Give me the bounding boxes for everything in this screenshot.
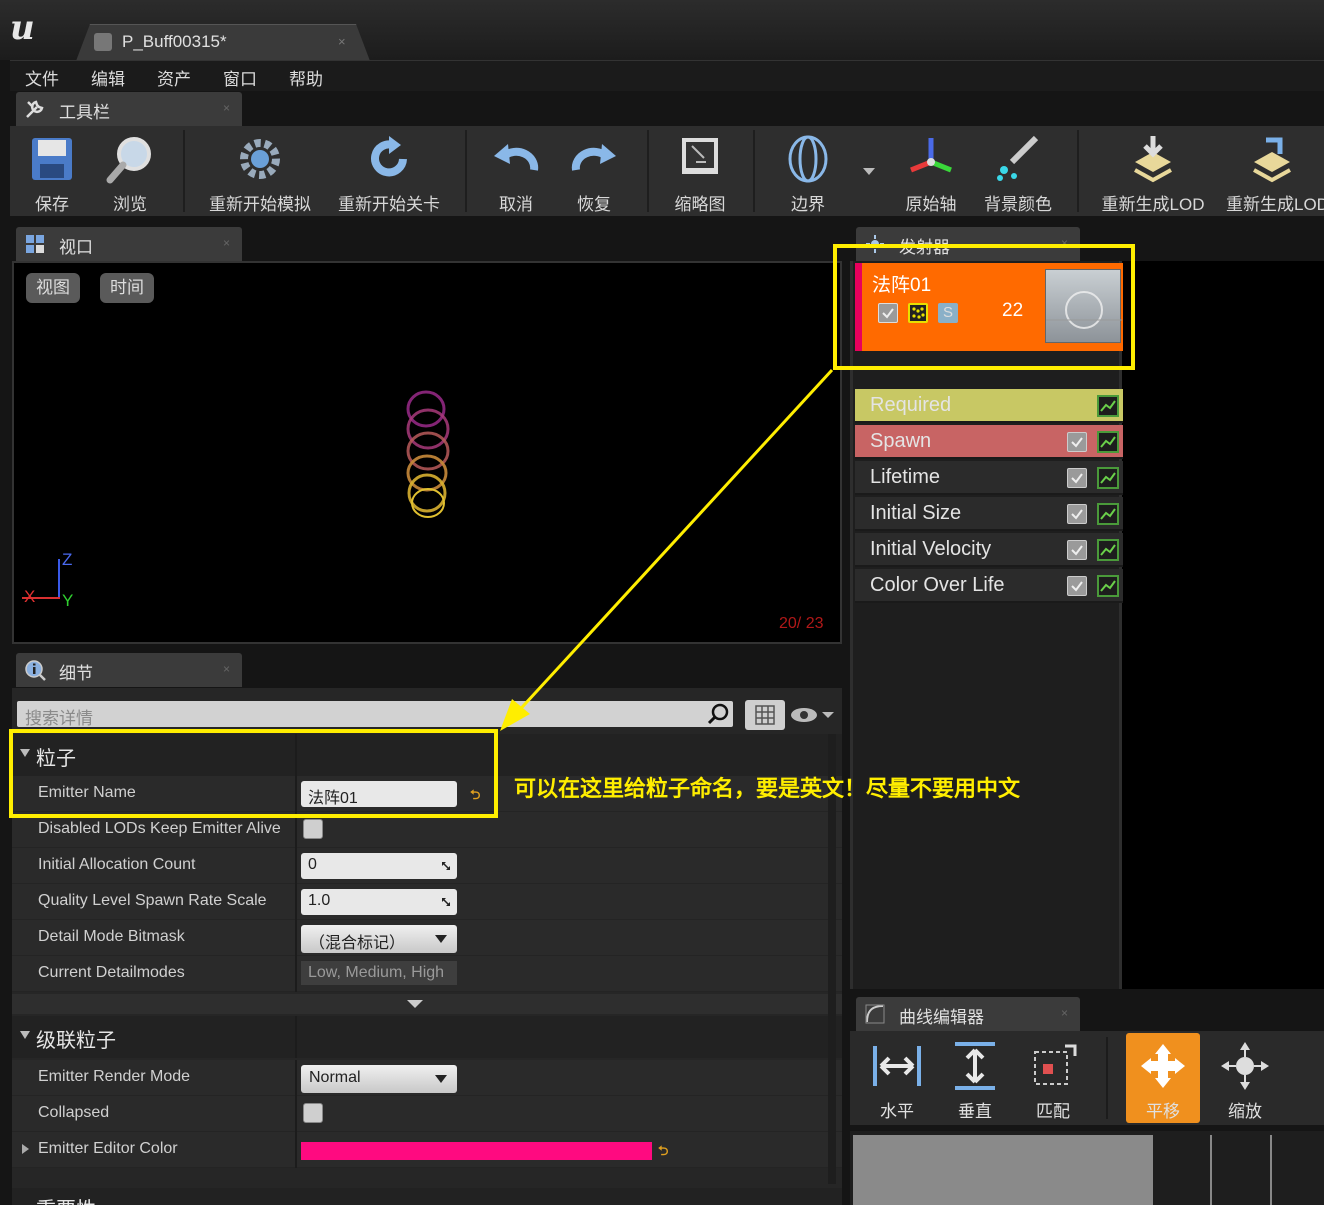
annotation-text: 可以在这里给粒子命名，要是英文！尽量不要用中文: [514, 776, 1021, 801]
annotation-arrow: [500, 368, 834, 731]
